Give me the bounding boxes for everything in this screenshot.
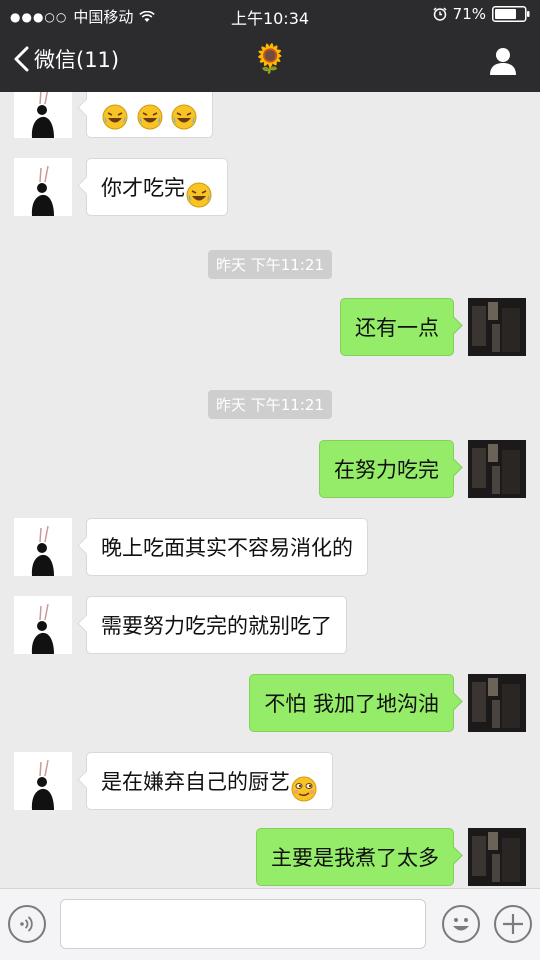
my-avatar[interactable]: [468, 828, 526, 886]
chat-header: 微信(11) 🌻: [0, 30, 540, 92]
message-row-received: 是在嫌弃自己的厨艺: [0, 752, 540, 810]
message-row-sent: 主要是我煮了太多: [0, 828, 540, 886]
plus-icon: [503, 914, 523, 934]
contact-avatar[interactable]: [14, 596, 72, 654]
message-bubble[interactable]: 还有一点: [340, 298, 454, 356]
timestamp: 昨天 下午11:21: [0, 250, 540, 279]
message-bubble[interactable]: [86, 92, 214, 138]
message-text: 还有一点: [355, 316, 439, 340]
contact-avatar[interactable]: [14, 158, 72, 216]
smirk-emoji: [290, 767, 318, 802]
message-row-sent: 还有一点: [0, 298, 540, 356]
timestamp-label: 昨天 下午11:21: [208, 390, 332, 419]
contact-avatar[interactable]: [14, 752, 72, 810]
message-text: 晚上吃面其实不容易消化的: [101, 536, 353, 560]
message-row-sent: 不怕 我加了地沟油: [0, 674, 540, 732]
timestamp-label: 昨天 下午11:21: [208, 250, 332, 279]
status-bar: ●●●○○ 中国移动 上午10:34 71%: [0, 0, 540, 30]
message-bubble[interactable]: 是在嫌弃自己的厨艺: [86, 752, 333, 810]
message-text: 你才吃完: [101, 176, 185, 200]
laugh-cry-emoji: [101, 95, 129, 130]
voice-button[interactable]: [8, 905, 46, 943]
message-row-received: 晚上吃面其实不容易消化的: [0, 518, 540, 576]
status-right: 71%: [433, 5, 530, 23]
laugh-cry-emoji: [136, 95, 164, 130]
message-row-received: [0, 92, 540, 138]
message-row-received: 你才吃完: [0, 158, 540, 216]
message-text: 不怕 我加了地沟油: [264, 692, 439, 716]
message-bubble[interactable]: 晚上吃面其实不容易消化的: [86, 518, 368, 576]
message-text: 在努力吃完: [334, 458, 439, 482]
message-bubble[interactable]: 你才吃完: [86, 158, 228, 216]
timestamp: 昨天 下午11:21: [0, 390, 540, 419]
message-bubble[interactable]: 在努力吃完: [319, 440, 454, 498]
my-avatar[interactable]: [468, 440, 526, 498]
more-button[interactable]: [494, 905, 532, 943]
laugh-cry-emoji: [185, 173, 213, 208]
message-bubble[interactable]: 主要是我煮了太多: [256, 828, 454, 886]
message-text: 主要是我煮了太多: [271, 846, 439, 870]
message-row-sent: 在努力吃完: [0, 440, 540, 498]
smiley-icon: [453, 918, 469, 931]
message-list[interactable]: 你才吃完 昨天 下午11:21 还有一点 昨天 下午11:21 在努力吃完 晚上…: [0, 92, 540, 888]
person-icon[interactable]: [488, 46, 518, 76]
contact-avatar[interactable]: [14, 92, 72, 138]
battery-icon: [492, 6, 530, 22]
message-bubble[interactable]: 不怕 我加了地沟油: [249, 674, 454, 732]
message-bubble[interactable]: 需要努力吃完的就别吃了: [86, 596, 347, 654]
voice-icon: [20, 916, 33, 932]
my-avatar[interactable]: [468, 298, 526, 356]
my-avatar[interactable]: [468, 674, 526, 732]
message-text: 是在嫌弃自己的厨艺: [101, 770, 290, 794]
message-text: 需要努力吃完的就别吃了: [101, 614, 332, 638]
message-row-received: 需要努力吃完的就别吃了: [0, 596, 540, 654]
battery-percent: 71%: [452, 5, 486, 23]
alarm-icon: [433, 7, 447, 21]
input-bar: [0, 888, 540, 960]
laugh-cry-emoji: [170, 95, 198, 130]
contact-avatar[interactable]: [14, 518, 72, 576]
chat-title-sunflower-icon: 🌻: [252, 42, 288, 75]
message-input[interactable]: [60, 899, 426, 949]
emoji-button[interactable]: [442, 905, 480, 943]
